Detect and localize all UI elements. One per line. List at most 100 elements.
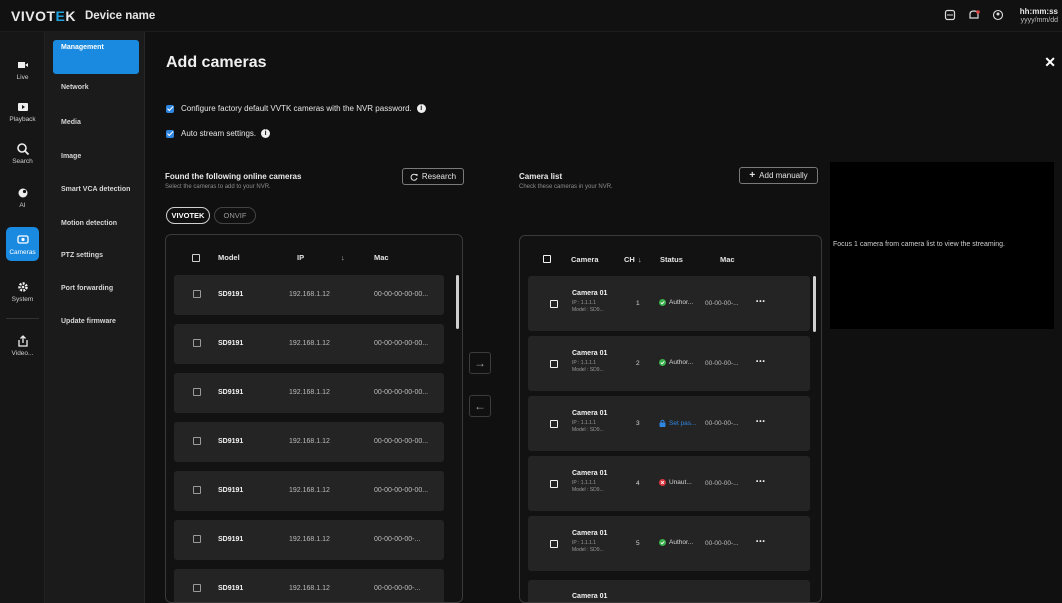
rail-item-live[interactable]: Live: [0, 54, 45, 90]
factory-password-label: Configure factory default VVTK cameras w…: [181, 104, 412, 113]
add-manually-button[interactable]: + Add manually: [739, 167, 818, 184]
submenu-item-smart-vca[interactable]: Smart VCA detection: [53, 177, 139, 203]
check-circle-icon: [659, 299, 666, 306]
row-status: Author...: [659, 539, 693, 546]
camera-icon: [17, 62, 28, 68]
camera-list-row[interactable]: Camera 01: [528, 580, 810, 602]
row-camera-name: Camera 01: [572, 350, 608, 357]
lock-icon: [659, 419, 666, 427]
filter-vivotek[interactable]: VIVOTEK: [166, 207, 210, 224]
column-camera[interactable]: Camera: [571, 255, 599, 264]
camera-list-row[interactable]: Camera 01 IP : 1.1.1.1 Model : SD9... 4 Unau…: [528, 456, 810, 511]
submenu-item-ptz-settings[interactable]: PTZ settings: [53, 243, 139, 269]
select-all-cameras-checkbox[interactable]: [543, 255, 551, 263]
rail-item-video-export[interactable]: Video...: [0, 330, 45, 366]
camera-list-subtitle: Check these cameras in your NVR.: [519, 184, 613, 190]
table-row[interactable]: SD9191 192.168.1.12 00-00-00-00-...: [174, 569, 444, 602]
table-row[interactable]: SD9191 192.168.1.12 00-00-00-00-...: [174, 520, 444, 560]
row-ch: 5: [636, 540, 640, 547]
submenu-item-image[interactable]: Image: [53, 144, 139, 170]
page-title: Add cameras: [166, 54, 267, 71]
auto-stream-label: Auto stream settings.: [181, 129, 257, 138]
camera-list-row[interactable]: Camera 01 IP : 1.1.1.1 Model : SD9... 3 Set …: [528, 396, 810, 451]
camera-list-row[interactable]: Camera 01 IP : 1.1.1.1 Model : SD9... 5 Auth…: [528, 516, 810, 571]
column-ch[interactable]: CH: [624, 255, 635, 264]
column-mac[interactable]: Mac: [374, 253, 389, 262]
error-icon: [659, 479, 666, 486]
column-status[interactable]: Status: [660, 255, 683, 264]
found-cameras-table: Model IP ↓ Mac SD9191 192.168.1.12 00-00-0…: [165, 234, 463, 603]
row-ip: 192.168.1.12: [289, 340, 330, 347]
server-icon[interactable]: [944, 9, 956, 21]
add-to-list-arrow-icon[interactable]: →: [469, 352, 491, 374]
row-checkbox[interactable]: [550, 420, 558, 428]
info-icon[interactable]: i: [261, 129, 271, 138]
submenu-item-port-forwarding[interactable]: Port forwarding: [53, 276, 139, 302]
found-table-scrollbar[interactable]: [456, 275, 459, 329]
left-rail: Live Playback Search AI Cameras System V…: [0, 32, 45, 603]
camera-list-row[interactable]: Camera 01 IP : 1.1.1.1 Model : SD9... 1 Auth…: [528, 276, 810, 331]
filter-onvif[interactable]: ONVIF: [214, 207, 256, 224]
row-model: SD9191: [218, 487, 244, 494]
cameras-icon: [16, 235, 29, 244]
row-ip: 192.168.1.12: [289, 536, 330, 543]
more-options-icon[interactable]: •••: [756, 418, 766, 425]
sort-arrow-icon[interactable]: ↓: [341, 253, 345, 262]
rail-item-system[interactable]: System: [0, 276, 45, 312]
table-row[interactable]: SD9191 192.168.1.12 00-00-00-00-00...: [174, 275, 444, 315]
remove-from-list-arrow-icon[interactable]: ←: [469, 395, 491, 417]
row-mac: 00-00-00-00-...: [374, 585, 421, 592]
table-row[interactable]: SD9191 192.168.1.12 00-00-00-00-00...: [174, 373, 444, 413]
search-icon: [16, 143, 29, 156]
submenu-item-update-firmware[interactable]: Update firmware: [53, 309, 139, 335]
rail-item-playback[interactable]: Playback: [0, 96, 45, 132]
camera-list-row[interactable]: Camera 01 IP : 1.1.1.1 Model : SD9... 2 Auth…: [528, 336, 810, 391]
row-checkbox[interactable]: [550, 360, 558, 368]
submenu-item-media[interactable]: Media: [53, 110, 139, 136]
notification-icon[interactable]: [968, 9, 980, 21]
camera-list-title: Camera list: [519, 172, 563, 181]
sort-arrow-icon[interactable]: ↓: [638, 255, 642, 264]
row-checkbox[interactable]: [193, 486, 201, 494]
preview-message: Focus 1 camera from camera list to view …: [833, 241, 1005, 248]
row-mac: 00-00-00-00-00...: [374, 340, 429, 347]
close-icon[interactable]: ✕: [1044, 54, 1056, 71]
row-checkbox[interactable]: [193, 388, 201, 396]
row-checkbox[interactable]: [550, 540, 558, 548]
row-checkbox[interactable]: [193, 290, 201, 298]
column-mac[interactable]: Mac: [720, 255, 735, 264]
info-icon[interactable]: i: [416, 104, 426, 113]
table-row[interactable]: SD9191 192.168.1.12 00-00-00-00-00...: [174, 324, 444, 364]
select-all-checkbox[interactable]: [192, 254, 200, 262]
more-options-icon[interactable]: •••: [756, 538, 766, 545]
submenu-item-network[interactable]: Network: [53, 75, 139, 101]
submenu-item-management[interactable]: Management: [53, 40, 139, 74]
table-row[interactable]: SD9191 192.168.1.12 00-00-00-00-00...: [174, 471, 444, 511]
add-manually-label: Add manually: [759, 171, 808, 180]
rail-item-cameras[interactable]: Cameras: [0, 227, 45, 265]
row-checkbox[interactable]: [550, 480, 558, 488]
playback-icon: [17, 103, 28, 111]
user-icon[interactable]: [992, 9, 1004, 21]
rail-item-search[interactable]: Search: [0, 138, 45, 174]
auto-stream-checkbox[interactable]: [166, 129, 174, 138]
row-checkbox[interactable]: [193, 535, 201, 543]
row-checkbox[interactable]: [550, 300, 558, 308]
row-checkbox[interactable]: [193, 339, 201, 347]
more-options-icon[interactable]: •••: [756, 478, 766, 485]
camera-list-scrollbar[interactable]: [813, 276, 816, 332]
submenu-item-motion-detection[interactable]: Motion detection: [53, 211, 139, 237]
factory-password-checkbox[interactable]: [166, 104, 174, 113]
more-options-icon[interactable]: •••: [756, 298, 766, 305]
row-mac: 00-00-00-...: [705, 480, 739, 487]
research-button[interactable]: Research: [402, 168, 464, 185]
table-row[interactable]: SD9191 192.168.1.12 00-00-00-00-00...: [174, 422, 444, 462]
more-options-icon[interactable]: •••: [756, 358, 766, 365]
row-checkbox[interactable]: [193, 437, 201, 445]
column-model[interactable]: Model: [218, 253, 240, 262]
column-ip[interactable]: IP: [297, 253, 304, 262]
row-mac: 00-00-00-00-00...: [374, 438, 429, 445]
row-ip: 192.168.1.12: [289, 291, 330, 298]
rail-item-ai[interactable]: AI: [0, 182, 45, 218]
row-checkbox[interactable]: [193, 584, 201, 592]
